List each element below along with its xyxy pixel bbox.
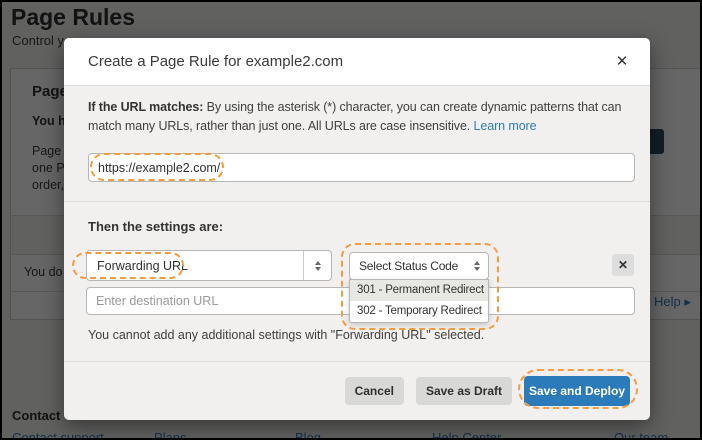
divider: [64, 201, 650, 202]
modal-header: Create a Page Rule for example2.com ✕: [64, 38, 650, 86]
url-match-description: If the URL matches: By using the asteris…: [88, 98, 654, 136]
select-stepper-icon: [466, 253, 488, 279]
remove-icon: ✕: [617, 258, 629, 272]
learn-more-link[interactable]: Learn more: [474, 119, 537, 133]
modal-title: Create a Page Rule for example2.com: [88, 53, 344, 70]
create-page-rule-modal: Create a Page Rule for example2.com ✕ If…: [64, 38, 650, 420]
status-code-select[interactable]: Select Status Code: [349, 252, 489, 280]
setting-type-select[interactable]: Forwarding URL: [86, 250, 332, 281]
modal-footer: Cancel Save as Draft Save and Deploy: [64, 362, 650, 420]
remove-setting-button[interactable]: ✕: [612, 254, 634, 276]
close-icon: ✕: [615, 53, 629, 70]
url-pattern-input[interactable]: [88, 153, 635, 182]
select-stepper-icon: [303, 251, 331, 280]
settings-heading: Then the settings are:: [88, 219, 224, 234]
screenshot-frame: Page Rules Control y Page You ha Page R …: [0, 0, 702, 440]
close-button[interactable]: ✕: [612, 52, 632, 72]
url-match-text-line2: match many URLs, rather than just one. A…: [88, 119, 471, 133]
forwarding-url-note: You cannot add any additional settings w…: [88, 328, 485, 342]
status-option-301[interactable]: 301 - Permanent Redirect: [350, 280, 488, 301]
status-option-302[interactable]: 302 - Temporary Redirect: [350, 301, 488, 322]
status-code-placeholder: Select Status Code: [359, 259, 459, 273]
url-match-label: If the URL matches:: [88, 100, 204, 114]
cancel-button[interactable]: Cancel: [344, 377, 404, 405]
save-and-deploy-button[interactable]: Save and Deploy: [524, 376, 630, 406]
save-as-draft-button[interactable]: Save as Draft: [415, 377, 512, 405]
setting-type-value: Forwarding URL: [97, 258, 189, 273]
url-match-text-line1: By using the asterisk (*) character, you…: [206, 100, 622, 114]
status-code-dropdown: 301 - Permanent Redirect 302 - Temporary…: [349, 279, 489, 323]
